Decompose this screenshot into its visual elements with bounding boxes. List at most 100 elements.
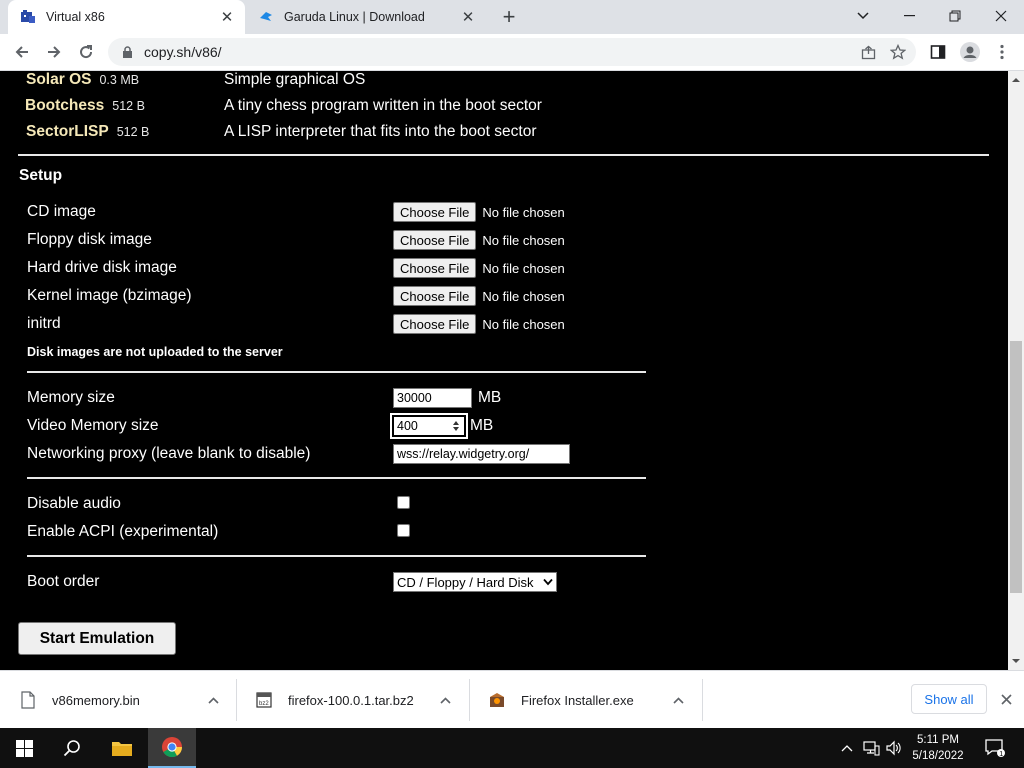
proxy-input[interactable] — [393, 444, 570, 464]
chevron-down-icon — [543, 578, 553, 586]
close-tab-icon[interactable]: ✕ — [217, 7, 237, 27]
archive-icon: bz2 — [256, 692, 272, 708]
arrow-right-icon — [48, 46, 61, 58]
menu-button[interactable] — [988, 38, 1016, 66]
download-item[interactable]: bz2 firefox-100.0.1.tar.bz2 — [236, 671, 469, 729]
back-button[interactable] — [8, 38, 36, 66]
tab-search-button[interactable] — [840, 0, 886, 32]
chrome-taskbar-button[interactable] — [148, 728, 196, 768]
tab-virtual-x86[interactable]: Virtual x86 ✕ — [8, 0, 245, 34]
chevron-up-icon[interactable] — [435, 693, 455, 707]
cd-image-file-input[interactable]: Choose File No file chosen — [393, 202, 565, 222]
divider — [27, 371, 646, 373]
file-status: No file chosen — [482, 288, 565, 304]
chrome-icon — [162, 737, 183, 758]
download-shelf: v86memory.bin bz2 firefox-100.0.1.tar.bz… — [0, 670, 1024, 728]
boot-order-label: Boot order — [27, 573, 100, 590]
memory-unit: MB — [478, 389, 502, 406]
memory-size-input[interactable] — [393, 388, 472, 408]
restore-button[interactable] — [932, 0, 978, 32]
os-description: A tiny chess program written in the boot… — [224, 97, 542, 114]
start-button[interactable] — [0, 728, 48, 768]
taskbar-clock[interactable]: 5:11 PM 5/18/2022 — [902, 728, 974, 768]
os-name[interactable]: Solar OS — [26, 71, 91, 89]
action-center-button[interactable]: 1 — [980, 728, 1010, 768]
boot-order-value: CD / Floppy / Hard Disk — [397, 574, 534, 590]
lock-icon[interactable] — [120, 45, 134, 59]
download-item[interactable]: v86memory.bin — [0, 671, 236, 729]
scroll-down-arrow-icon[interactable] — [1008, 654, 1024, 668]
show-all-downloads-button[interactable]: Show all — [911, 684, 987, 714]
os-name[interactable]: Bootchess — [25, 97, 104, 115]
cd-image-label: CD image — [27, 203, 96, 220]
start-emulation-button[interactable]: Start Emulation — [18, 622, 176, 655]
volume-button[interactable] — [884, 728, 904, 768]
url-text: copy.sh/v86/ — [144, 44, 222, 60]
disable-audio-checkbox[interactable] — [397, 496, 410, 509]
profile-avatar-icon — [960, 42, 980, 62]
svg-text:1: 1 — [999, 751, 1003, 758]
tab-garuda-linux[interactable]: Garuda Linux | Download ✕ — [246, 0, 486, 34]
close-window-button[interactable] — [978, 0, 1024, 32]
profile-button[interactable] — [956, 38, 984, 66]
chevron-up-icon[interactable] — [668, 693, 688, 707]
network-button[interactable] — [860, 728, 882, 768]
video-memory-value[interactable]: 400 — [397, 419, 451, 433]
initrd-file-input[interactable]: Choose File No file chosen — [393, 314, 565, 334]
windows-logo-icon — [15, 739, 33, 757]
download-item[interactable]: Firefox Installer.exe — [469, 671, 702, 729]
hard-drive-image-file-input[interactable]: Choose File No file chosen — [393, 258, 565, 278]
floppy-image-file-input[interactable]: Choose File No file chosen — [393, 230, 565, 250]
plus-icon: + — [502, 4, 516, 29]
hard-drive-image-label: Hard drive disk image — [27, 259, 177, 276]
divider — [18, 154, 989, 156]
choose-file-button[interactable]: Choose File — [393, 258, 477, 278]
os-size: 512 B — [112, 99, 145, 113]
close-tab-icon[interactable]: ✕ — [458, 7, 478, 27]
spin-arrows-icon[interactable] — [451, 419, 461, 433]
kernel-image-file-input[interactable]: Choose File No file chosen — [393, 286, 565, 306]
close-download-shelf-button[interactable] — [996, 689, 1016, 709]
bookmark-star-icon[interactable] — [886, 40, 910, 64]
reload-button[interactable] — [72, 38, 100, 66]
boot-order-select[interactable]: CD / Floppy / Hard Disk — [393, 572, 557, 592]
more-vert-icon — [1000, 44, 1004, 60]
minimize-button[interactable] — [886, 0, 932, 32]
os-name[interactable]: SectorLISP — [26, 123, 109, 141]
side-panel-button[interactable] — [924, 38, 952, 66]
os-size: 0.3 MB — [99, 73, 140, 87]
restore-icon — [949, 10, 961, 22]
enable-acpi-checkbox[interactable] — [397, 524, 410, 537]
forward-button[interactable] — [40, 38, 68, 66]
page-content: Solar OS 0.3 MB Simple graphical OS Boot… — [0, 71, 1008, 670]
address-bar[interactable]: copy.sh/v86/ — [108, 38, 916, 66]
file-explorer-button[interactable] — [98, 728, 146, 768]
search-button[interactable] — [48, 728, 96, 768]
scroll-up-arrow-icon[interactable] — [1008, 73, 1024, 87]
chevron-down-icon — [857, 12, 869, 20]
file-status: No file chosen — [482, 232, 565, 248]
browser-toolbar: copy.sh/v86/ — [0, 34, 1024, 71]
os-item-bootchess[interactable]: Bootchess 512 B — [25, 97, 145, 117]
choose-file-button[interactable]: Choose File — [393, 286, 477, 306]
chevron-up-icon[interactable] — [203, 693, 223, 707]
tab-title: Garuda Linux | Download — [284, 10, 425, 24]
os-description: Simple graphical OS — [224, 71, 366, 88]
choose-file-button[interactable]: Choose File — [393, 202, 477, 222]
video-memory-stepper[interactable]: 400 — [390, 413, 468, 439]
show-hidden-icons-button[interactable] — [838, 728, 856, 768]
new-tab-button[interactable]: + — [496, 4, 522, 30]
choose-file-button[interactable]: Choose File — [393, 314, 477, 334]
file-status: No file chosen — [482, 260, 565, 276]
download-filename: Firefox Installer.exe — [521, 692, 634, 708]
initrd-label: initrd — [27, 315, 61, 332]
share-icon[interactable] — [856, 40, 880, 64]
os-item-solar-os[interactable]: Solar OS 0.3 MB — [26, 71, 139, 91]
divider — [27, 477, 646, 479]
choose-file-button[interactable]: Choose File — [393, 230, 477, 250]
scrollbar-thumb[interactable] — [1010, 341, 1022, 593]
os-item-sectorlisp[interactable]: SectorLISP 512 B — [26, 123, 149, 143]
minimize-icon — [903, 15, 915, 17]
file-status: No file chosen — [482, 316, 565, 332]
file-icon — [21, 691, 35, 709]
